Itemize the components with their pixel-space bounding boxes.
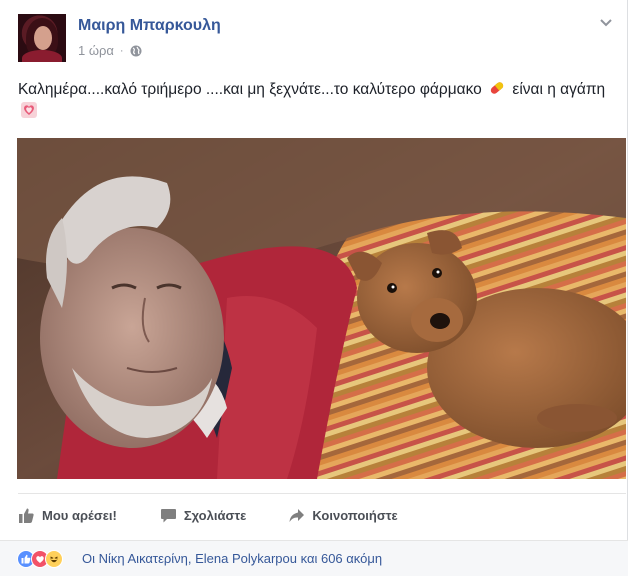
reaction-icons[interactable] [17,550,63,568]
share-button[interactable]: Κοινοποιήστε [288,507,398,524]
share-label: Κοινοποιήστε [312,507,398,523]
post-photo[interactable] [17,138,626,479]
haha-reaction-icon [45,550,63,568]
share-arrow-icon [289,508,305,522]
meta-separator: · [119,44,124,57]
author-avatar[interactable] [18,14,66,62]
post-text-part-1: Καλημέρα....καλό τριήμερο ....και μη ξεχ… [18,81,482,98]
post-actions: Μου αρέσει! Σχολιάστε Κοινοποιήστε [18,500,618,530]
post-message: Καλημέρα....καλό τριήμερο ....και μη ξεχ… [18,79,618,123]
globe-icon[interactable] [130,45,142,57]
reactions-names-link[interactable]: Οι Νίκη Αικατερίνη, Elena Polykarpou και… [82,551,382,566]
like-label: Μου αρέσει! [42,507,117,523]
actions-top-divider [18,493,626,494]
post-text-part-2: είναι η αγάπη [512,81,606,98]
like-button[interactable]: Μου αρέσει! [18,507,117,524]
thumbs-up-icon [19,508,34,523]
comment-button[interactable]: Σχολιάστε [160,507,246,524]
post-timestamp-link[interactable]: 1 ώρα [78,43,114,58]
post-meta: 1 ώρα · [78,43,142,58]
reactions-summary: Οι Νίκη Αικατερίνη, Elena Polykarpou και… [0,540,628,576]
post-card: Μαιρη Μπαρκουλη 1 ώρα · Καλημέρα....καλό… [0,0,628,576]
comment-icon [160,508,176,522]
chevron-down-icon[interactable] [598,14,614,30]
post-header: Μαιρη Μπαρκουλη 1 ώρα · [18,14,618,64]
author-name-link[interactable]: Μαιρη Μπαρκουλη [78,17,221,35]
comment-label: Σχολιάστε [183,507,247,523]
pill-icon [490,82,504,94]
revolving-heart-icon [21,102,37,118]
